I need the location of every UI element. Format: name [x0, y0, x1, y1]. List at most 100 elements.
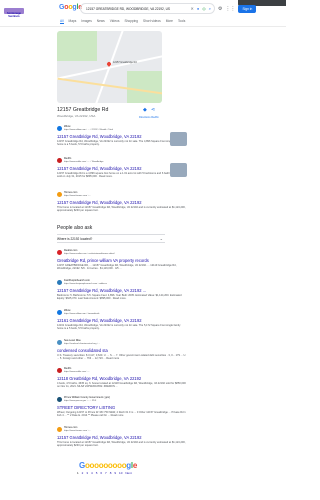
result-thumbnail[interactable] [170, 163, 187, 177]
site-favicon-icon [57, 397, 62, 403]
result-snippet: 12161 Greatbridge Rd, Woodbridge, VA 221… [57, 323, 181, 331]
tab-videos[interactable]: Videos [110, 19, 120, 24]
result-source[interactable]: Prince William County Government (.gov) h… [57, 396, 187, 403]
result-title-link[interactable]: 12157 Greatbridge Rd, Woodbridge, VA 221… [57, 288, 187, 293]
result-title-link[interactable]: 12118 Greatbridge Rd, Woodbridge, VA 221… [57, 376, 187, 381]
result-site-name: Homes.com [64, 191, 78, 194]
result-source[interactable]: Homes.com https://www.homes.com › ... [57, 191, 187, 198]
result-source[interactable]: Realtor.com https://www.realtor.com › rea… [57, 249, 187, 256]
result-snippet: This home is located at 12157 Greatbridg… [57, 440, 186, 448]
site-favicon-icon [57, 250, 62, 256]
result-site-name: Realtor.com [64, 249, 78, 252]
search-result: Sea Level Rise https://sealevel.climatece… [57, 339, 187, 361]
result-title-link[interactable]: 12157 Greatbridge Rd, Woodbridge, VA 221… [57, 134, 187, 139]
site-favicon-icon [57, 158, 62, 164]
page-link[interactable]: 6 [100, 471, 102, 475]
result-source[interactable]: Homes.com https://www.homes.com › ... [57, 426, 187, 433]
result-snippet: 4 beds, 4.5 baths, 4635 sq. ft. house lo… [57, 381, 186, 389]
search-input[interactable]: 12157 GREATBRIDGE RD, WOODBRIDGE, VA 221… [80, 3, 215, 14]
page-link[interactable]: 10 [119, 471, 122, 475]
site-favicon-icon [57, 368, 62, 374]
footer-logo-letter: e [132, 461, 137, 470]
apps-grid-icon[interactable]: ⋮⋮ [225, 6, 235, 12]
result-url: https://sealevel.climatecentral.org › ..… [64, 342, 101, 345]
page-link[interactable]: 2 [82, 471, 84, 475]
place-title: 12157 Greatbridge Rd [57, 107, 109, 113]
footer-google-logo: Gooooooooogle [79, 461, 137, 470]
sign-in-button[interactable]: Sign in [238, 5, 257, 13]
gear-icon[interactable]: ⚙ [218, 6, 222, 12]
result-url: https://www.redfin.com › ... [64, 370, 90, 373]
search-result: Homes.com https://www.homes.com › ... 1215… [57, 191, 187, 213]
result-source[interactable]: Sea Level Rise https://sealevel.climatece… [57, 339, 187, 346]
tab-tools[interactable]: Tools [178, 19, 185, 24]
result-site-name: Homes.com [64, 426, 78, 429]
search-input-value: 12157 GREATBRIDGE RD, WOODBRIDGE, VA 221… [86, 7, 171, 11]
page-link[interactable]: 8 [110, 471, 112, 475]
tab-short-videos[interactable]: Short videos [143, 19, 161, 24]
chevron-down-icon[interactable]: ⌄ [160, 235, 163, 243]
site-favicon-icon [57, 280, 62, 286]
result-thumbnail[interactable] [170, 132, 187, 146]
result-title-link[interactable]: 12157 Greatbridge Rd, Woodbridge, VA 221… [57, 200, 187, 205]
result-snippet: Bedrooms: 5. Bathrooms: 5.5. Square Feet… [57, 293, 182, 301]
bookmark-icon[interactable]: ◆ [143, 107, 147, 113]
site-favicon-icon [57, 427, 62, 433]
site-favicon-icon [57, 310, 62, 316]
result-source[interactable]: Zillow https://www.zillow.com › ... › 221… [57, 125, 187, 132]
result-url: https://www.pwcva.gov › ... › PDF [64, 399, 97, 402]
map-pin-label: 12157 Greatbridge Rd [113, 61, 137, 64]
result-title-link[interactable]: 12157 Greatbridge Rd, Woodbridge, VA 221… [57, 435, 187, 440]
tab-images[interactable]: Images [81, 19, 91, 24]
search-result: Prince William County Government (.gov) h… [57, 396, 187, 418]
result-title-link[interactable]: 12161 Greatbridge Rd, Woodbridge, VA 221… [57, 318, 187, 323]
result-source[interactable]: FastPeopleSearch.com https://www.fastpeop… [57, 279, 187, 286]
result-snippet: Wheel, Outgoing 12157 to Prince W. RD 75… [57, 410, 186, 418]
result-title-link[interactable]: condensed consolidated sta [57, 348, 187, 353]
result-site-name: Prince William County Government (.gov) [64, 396, 110, 399]
result-source[interactable]: Redfin https://www.redfin.com › ... [57, 367, 187, 374]
pagination: 1 2 3 4 5 6 7 8 9 10 Next [77, 471, 132, 475]
share-icon[interactable]: ⋖ [151, 107, 155, 113]
lens-icon[interactable]: ◎ [202, 6, 206, 11]
site-favicon-icon [57, 126, 62, 132]
search-icon[interactable]: ⌕ [209, 6, 211, 11]
search-result: Homes.com https://www.homes.com › ... 1215… [57, 426, 187, 448]
side-label: Scrimmage Sentinels [7, 12, 21, 19]
result-site-name: Sea Level Rise [64, 339, 81, 342]
result-site-name: FastPeopleSearch.com [64, 279, 90, 282]
result-site-name: Zillow [64, 125, 71, 128]
result-url: https://www.redfin.com › ... › Woodbridg… [64, 160, 104, 163]
result-source[interactable]: Zillow https://www.zillow.com › homedetai… [57, 309, 187, 316]
mic-icon[interactable]: ● [197, 6, 199, 11]
result-url: https://www.zillow.com › ... › 22192 › W… [64, 128, 113, 131]
tab-all[interactable]: All [60, 19, 64, 24]
result-title-link[interactable]: STREET DIRECTORY LISTING [57, 405, 187, 410]
result-title-link[interactable]: Greatbridge Rd, prince william VA proper… [57, 258, 187, 263]
page-link[interactable]: 5 [96, 471, 98, 475]
search-tabs: All Maps Images News Videos Shopping Short vid… [60, 19, 185, 24]
paa-question[interactable]: Where is 22192 located? ⌄ [57, 234, 165, 243]
google-logo[interactable]: Google [59, 4, 82, 11]
search-result: Zillow https://www.zillow.com › ... › 221… [57, 125, 187, 147]
page-link[interactable]: 1 [77, 471, 79, 475]
result-url: https://www.zillow.com › homedetails [64, 312, 100, 315]
page-link[interactable]: 7 [105, 471, 107, 475]
next-page-link[interactable]: Next [125, 471, 131, 475]
map-preview[interactable]: 12157 Greatbridge Rd [57, 31, 162, 103]
close-icon[interactable]: ✕ [190, 6, 193, 11]
tab-news[interactable]: News [97, 19, 105, 24]
tab-shopping[interactable]: Shopping [124, 19, 137, 24]
page-link[interactable]: 3 [86, 471, 88, 475]
tabs-divider [0, 26, 286, 27]
result-title-link[interactable]: 12157 Greatbridge Rd, Woodbridge, VA 221… [57, 166, 187, 171]
tab-maps[interactable]: Maps [69, 19, 77, 24]
tab-more[interactable]: More [166, 19, 173, 24]
result-source[interactable]: Redfin https://www.redfin.com › ... › Woo… [57, 157, 187, 164]
site-favicon-icon [57, 192, 62, 198]
directions-link[interactable]: Directions Redfin [139, 116, 159, 119]
people-also-ask-title: People also ask [57, 225, 93, 231]
result-site-name: Redfin [64, 157, 72, 160]
page-link[interactable]: 4 [91, 471, 93, 475]
page-link[interactable]: 9 [114, 471, 116, 475]
